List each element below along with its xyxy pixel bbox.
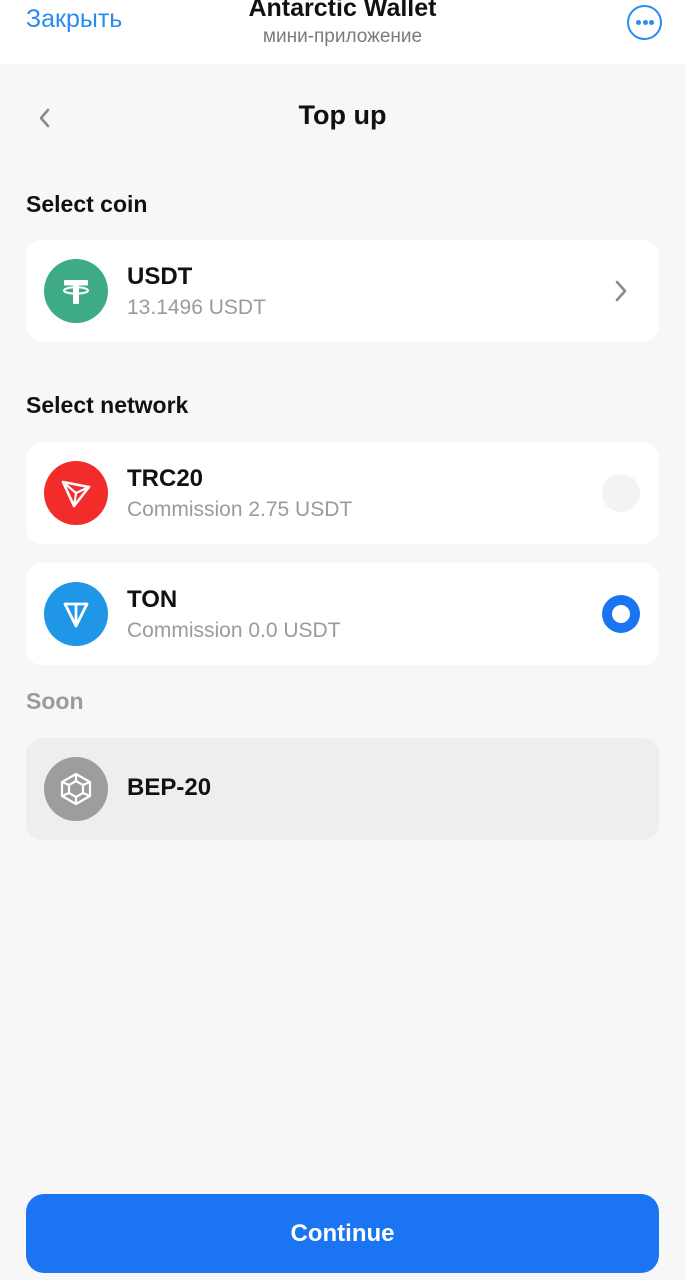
network-commission: Commission 0.0 USDT (127, 619, 341, 642)
network-option-ton[interactable]: TON Commission 0.0 USDT (26, 563, 659, 665)
select-coin-label: Select coin (26, 191, 148, 217)
network-name: TON (127, 586, 178, 613)
select-network-label: Select network (26, 392, 189, 418)
network-commission: Commission 2.75 USDT (127, 498, 353, 521)
coin-name: USDT (127, 263, 193, 290)
tether-icon (44, 259, 108, 323)
continue-button[interactable]: Continue (26, 1194, 659, 1273)
app-title: Antarctic Wallet (248, 0, 437, 22)
soon-label: Soon (26, 688, 84, 714)
chevron-right-icon (611, 278, 631, 304)
page-navigation: Top up (0, 80, 685, 152)
page-title: Top up (298, 100, 387, 130)
more-horizontal-icon[interactable] (627, 5, 662, 40)
network-option-bep20: BEP-20 (26, 738, 659, 840)
coin-balance: 13.1496 USDT (127, 296, 266, 319)
network-radio-unselected[interactable] (602, 474, 640, 512)
mini-app-header: Закрыть Antarctic Wallet мини-приложение (0, 0, 685, 64)
ton-icon (44, 582, 108, 646)
network-option-trc20[interactable]: TRC20 Commission 2.75 USDT (26, 442, 659, 544)
coin-selector[interactable]: USDT 13.1496 USDT (26, 240, 659, 342)
network-name: TRC20 (127, 465, 204, 492)
network-radio-selected[interactable] (602, 595, 640, 633)
tron-icon (44, 461, 108, 525)
app-subtitle: мини-приложение (262, 26, 423, 47)
binance-icon (44, 757, 108, 821)
network-name: BEP-20 (127, 774, 212, 801)
